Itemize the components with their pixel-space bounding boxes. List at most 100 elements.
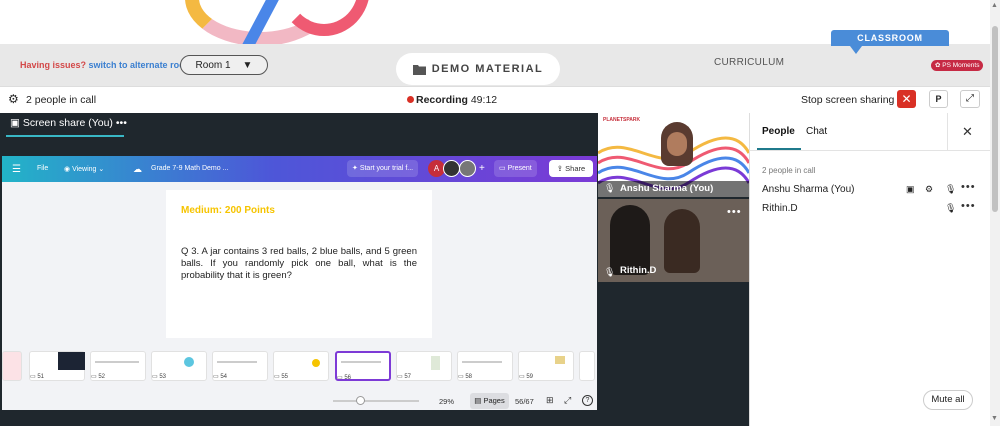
thumb-preview [555, 356, 565, 364]
current-slide: Medium: 200 Points Q 3. A jar contains 3… [166, 190, 432, 338]
tile-menu-icon[interactable]: ••• [727, 206, 742, 218]
slide-thumbnail[interactable]: ▭ 58 [457, 351, 513, 381]
person-settings-icon[interactable]: ⚙ [925, 184, 933, 195]
tab-chat[interactable]: Chat [806, 126, 827, 137]
grid-view-icon[interactable]: ⊞ [546, 395, 554, 406]
demo-material-button[interactable]: DEMO MATERIAL [396, 53, 560, 85]
avatar[interactable] [443, 160, 460, 177]
classroom-tab-notch [850, 46, 862, 54]
slide-thumbnail[interactable]: ▭ 55 [273, 351, 329, 381]
help-icon[interactable]: ? [582, 395, 593, 406]
present-label: Present [507, 165, 532, 172]
screenshare-tab-label: Screen share (You) [22, 117, 113, 129]
start-trial-button[interactable]: ✦ Start your trial f... [347, 160, 419, 177]
thumb-number: 57 [404, 374, 412, 380]
slide-thumbnail[interactable]: ▭ 59 [518, 351, 574, 381]
thumb-label: ▭ 57 [397, 374, 412, 380]
zoom-slider-handle[interactable] [356, 396, 365, 405]
thumb-preview [312, 359, 320, 367]
participant-face [667, 132, 687, 156]
p-button[interactable]: P [929, 90, 948, 108]
thumb-label: ▭ 55 [274, 374, 289, 380]
curriculum-tab[interactable]: CURRICULUM [714, 57, 784, 68]
slide-question: Q 3. A jar contains 3 red balls, 2 blue … [181, 246, 417, 281]
alternate-room-link[interactable]: switch to alternate room [89, 60, 193, 70]
thumb-number: 51 [37, 374, 45, 380]
start-trial-label: Start your trial f... [359, 165, 414, 172]
microphone-icon[interactable]: 🎙 [945, 203, 956, 214]
classroom-tab[interactable]: CLASSROOM [831, 30, 949, 46]
thumb-label: ▭ 56 [337, 375, 352, 381]
tab-people[interactable]: People [762, 126, 795, 137]
slide-thumbnail[interactable]: ▭ 52 [90, 351, 146, 381]
pages-label: Pages [483, 396, 505, 405]
cloud-icon: ☁ [133, 164, 142, 174]
thumb-number: 52 [98, 374, 106, 380]
caret-down-icon: ▼ [242, 59, 253, 71]
slide-thumbnail[interactable] [2, 351, 22, 381]
participant-video [664, 209, 700, 273]
scroll-down-icon[interactable]: ▼ [991, 415, 998, 422]
thumb-label: ▭ 59 [519, 374, 534, 380]
zoom-slider[interactable] [333, 400, 419, 402]
share-label: Share [565, 164, 586, 173]
recording-dot-icon [407, 96, 414, 103]
tile-name-label: Anshu Sharma (You) [620, 183, 714, 194]
viewing-menu[interactable]: ◉ Viewing ⌄ [64, 165, 104, 173]
expand-icon[interactable]: ⤢ [960, 90, 980, 108]
recording-time: 49:12 [470, 94, 498, 106]
share-button[interactable]: ⇪ Share [549, 160, 593, 177]
slide-thumbnail[interactable]: ▭ 54 [212, 351, 268, 381]
screenshare-tab-underline [6, 135, 124, 137]
slide-thumbnail[interactable] [579, 351, 595, 381]
gear-icon[interactable]: ⚙ [8, 92, 19, 106]
scrollbar-thumb[interactable] [992, 26, 998, 212]
viewing-label: Viewing [72, 166, 97, 173]
microphone-icon: 🎙 [604, 183, 616, 193]
slide-thumbnail[interactable]: ▭ 57 [396, 351, 452, 381]
doc-title[interactable]: Grade 7-9 Math Demo ... [151, 165, 228, 172]
recording-status: Recording 49:12 [416, 94, 497, 106]
participant-menu-icon[interactable]: ••• [961, 181, 976, 193]
hamburger-menu-icon[interactable]: ☰ [12, 164, 21, 175]
participant-menu-icon[interactable]: ••• [961, 200, 976, 212]
pages-button[interactable]: ▤ Pages [470, 393, 509, 409]
file-menu[interactable]: File [37, 165, 48, 172]
screen-share-icon[interactable]: ▣ [906, 184, 915, 195]
participant-name: Rithin.D [762, 203, 798, 214]
thumb-preview [462, 361, 502, 363]
screenshare-menu-icon[interactable]: ••• [116, 117, 127, 129]
thumb-label: ▭ 54 [213, 374, 228, 380]
mute-all-button[interactable]: Mute all [923, 390, 973, 410]
zoom-level[interactable]: 29% [439, 397, 454, 406]
thumb-label: ▭ 53 [152, 374, 167, 380]
thumb-preview [341, 361, 381, 363]
avatar[interactable] [459, 160, 476, 177]
close-icon[interactable]: ✕ [962, 124, 973, 140]
room-select-value: Room 1 [195, 59, 231, 71]
chevron-down-icon: ⌄ [98, 166, 105, 173]
thumb-label: ▭ 58 [458, 374, 473, 380]
slide-thumbnail-active[interactable]: ▭ 56 [335, 351, 391, 381]
thumb-number: 56 [344, 375, 352, 381]
page-scrollbar[interactable]: ▲ ▼ [990, 0, 1000, 426]
fullscreen-icon[interactable]: ⤢ [564, 395, 571, 406]
slide-thumbnail[interactable]: ▭ 51 [29, 351, 85, 381]
thumb-preview [184, 357, 194, 367]
screenshare-tab[interactable]: ▣ Screen share (You) ••• [10, 117, 127, 129]
thumb-preview [431, 356, 440, 370]
slide-thumbnail[interactable]: ▭ 53 [151, 351, 207, 381]
scroll-up-icon[interactable]: ▲ [991, 2, 998, 9]
participant-name: Anshu Sharma (You) [762, 184, 855, 195]
present-button[interactable]: ▭ Present [494, 160, 537, 177]
thumb-preview [95, 361, 139, 363]
add-collaborator-icon[interactable]: + [479, 163, 485, 174]
microphone-icon[interactable]: 🎙 [945, 184, 956, 195]
room-select[interactable]: Room 1 ▼ [180, 55, 268, 75]
close-share-icon[interactable]: ✕ [897, 90, 916, 108]
stop-screen-sharing-button[interactable]: Stop screen sharing [801, 94, 894, 106]
thumb-number: 53 [159, 374, 167, 380]
ps-moments-badge[interactable]: ✿ PS Moments [931, 60, 984, 71]
tile-name-anshu: Anshu Sharma (You) [598, 181, 749, 197]
ps-moments-label: PS Moments [942, 62, 980, 69]
